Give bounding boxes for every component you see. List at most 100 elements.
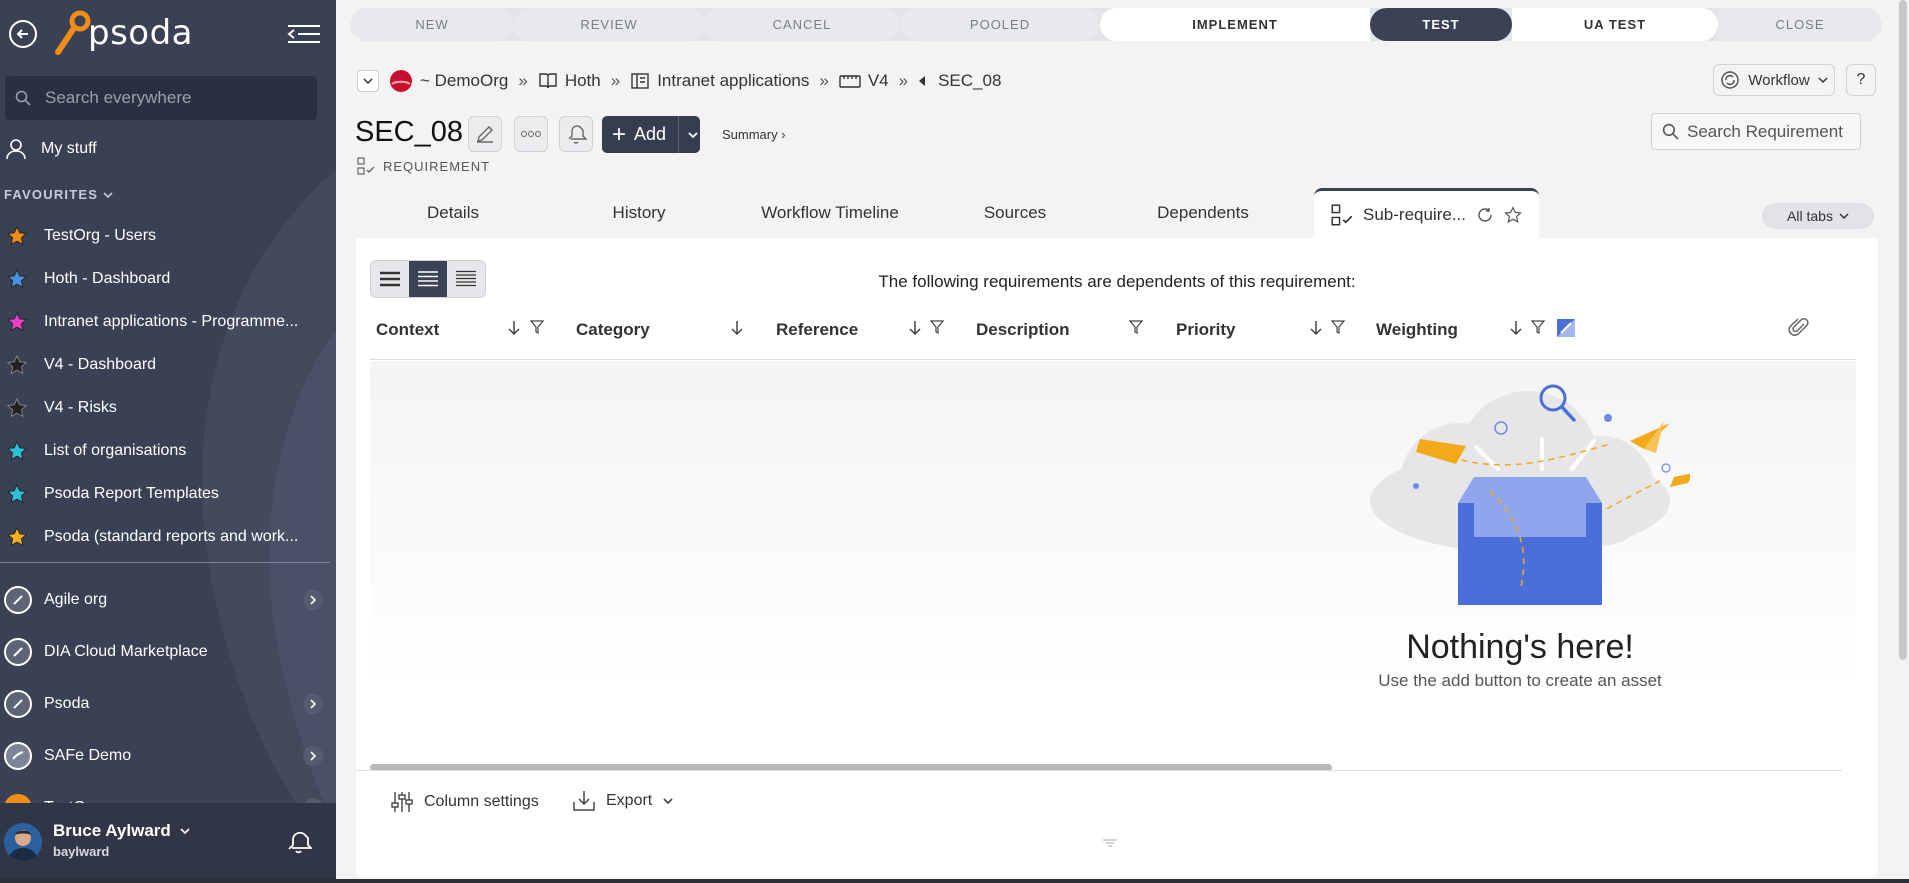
column-weighting[interactable]: Weighting — [1376, 300, 1458, 360]
stage-test[interactable]: TEST — [1370, 8, 1512, 41]
more-horizontal-icon — [521, 131, 541, 137]
subscribe-button[interactable] — [559, 116, 593, 152]
filter-icon[interactable] — [1129, 320, 1143, 334]
stage-new[interactable]: NEW — [350, 8, 514, 41]
star-icon — [6, 526, 28, 546]
breadcrumb-label: Intranet applications — [657, 71, 810, 90]
all-tabs-button[interactable]: All tabs — [1762, 203, 1874, 229]
filter-icon[interactable] — [530, 320, 544, 334]
sort-arrow-down-icon[interactable] — [1510, 320, 1522, 336]
tab-dependents[interactable]: Dependents — [1105, 188, 1301, 238]
org-item[interactable]: Agile org — [0, 574, 336, 626]
notifications-button[interactable] — [284, 829, 314, 860]
sliders-icon — [391, 792, 413, 812]
download-icon — [573, 791, 595, 811]
stage-review[interactable]: REVIEW — [514, 8, 704, 41]
empty-state: Nothing's here! Use the add button to cr… — [1350, 361, 1694, 690]
column-priority[interactable]: Priority — [1176, 300, 1236, 360]
filter-icon[interactable] — [1331, 320, 1345, 334]
export-label: Export — [606, 792, 653, 809]
stage-implement[interactable]: IMPLEMENT — [1100, 8, 1370, 41]
column-context[interactable]: Context — [376, 300, 439, 360]
favourite-item[interactable]: TestOrg - Users — [0, 214, 336, 257]
favourite-item[interactable]: Psoda (standard reports and work... — [0, 515, 336, 558]
requirement-search[interactable] — [1651, 113, 1861, 150]
column-category[interactable]: Category — [576, 300, 650, 360]
user-menu[interactable]: Bruce Aylward — [53, 821, 191, 841]
favourite-item[interactable]: Hoth - Dashboard — [0, 257, 336, 300]
chevron-down-icon[interactable] — [687, 131, 699, 139]
stage-pooled[interactable]: POOLED — [900, 8, 1100, 41]
breadcrumb-item[interactable]: Hoth — [538, 71, 601, 91]
empty-subtitle: Use the add button to create an asset — [1378, 671, 1662, 690]
stage-ua-test[interactable]: UA TEST — [1512, 8, 1718, 41]
favourites-header[interactable]: FAVOURITES — [4, 187, 114, 202]
filter-icon[interactable] — [930, 320, 944, 334]
edit-button[interactable] — [468, 116, 502, 152]
summary-link[interactable]: Summary › — [722, 127, 786, 142]
tab-sources[interactable]: Sources — [917, 188, 1113, 238]
star-icon — [6, 225, 28, 245]
collapse-sidebar-button[interactable] — [286, 20, 322, 48]
tab-sub-requirements[interactable]: Sub-require... — [1314, 188, 1539, 238]
caret-left-icon — [919, 76, 926, 86]
breadcrumb-current-label: SEC_08 — [938, 71, 1002, 90]
star-icon[interactable] — [1504, 205, 1522, 224]
workflow-button[interactable]: Workflow — [1713, 64, 1835, 96]
favourite-item[interactable]: Psoda Report Templates — [0, 472, 336, 515]
more-options-button[interactable] — [514, 116, 548, 152]
favourite-item[interactable]: V4 - Dashboard — [0, 343, 336, 386]
colour-edit-icon[interactable] — [1556, 318, 1576, 338]
sort-arrow-down-icon[interactable] — [1310, 320, 1322, 336]
menu-collapse-icon — [287, 25, 320, 43]
favourite-item[interactable]: Intranet applications - Programme... — [0, 300, 336, 343]
requirement-search-input[interactable] — [1687, 121, 1857, 142]
favourite-item[interactable]: List of organisations — [0, 429, 336, 472]
back-button[interactable] — [9, 20, 37, 48]
breadcrumb-dropdown[interactable] — [357, 70, 379, 92]
favourites-list: TestOrg - Users Hoth - Dashboard Intrane… — [0, 214, 336, 558]
global-search[interactable] — [5, 76, 317, 120]
export-button[interactable]: Export — [572, 790, 674, 812]
requirement-icon — [1331, 203, 1353, 226]
breadcrumb-item[interactable]: V4 — [839, 71, 889, 91]
org-item[interactable]: DIA Cloud Marketplace — [0, 626, 336, 678]
refresh-icon[interactable] — [1476, 206, 1494, 224]
column-description[interactable]: Description — [976, 300, 1070, 360]
vertical-scrollbar[interactable] — [1896, 0, 1909, 883]
org-item[interactable]: SAFe Demo — [0, 730, 336, 782]
org-item[interactable]: Psoda — [0, 678, 336, 730]
sort-arrow-down-icon[interactable] — [508, 320, 520, 336]
breadcrumb-item[interactable]: Intranet applications — [630, 71, 809, 91]
psoda-logo[interactable]: psoda — [52, 8, 193, 58]
bell-icon — [568, 125, 587, 144]
column-settings-button[interactable]: Column settings — [390, 790, 539, 814]
filter-icon[interactable] — [1531, 320, 1545, 334]
help-button[interactable]: ? — [1846, 64, 1876, 96]
tab-history[interactable]: History — [541, 188, 737, 238]
chevron-right-icon[interactable] — [303, 746, 323, 766]
add-label: Add — [634, 124, 667, 144]
avatar[interactable] — [4, 823, 42, 861]
paperclip-icon[interactable] — [1788, 316, 1810, 338]
add-button[interactable]: + Add — [602, 116, 700, 153]
user-login: baylward — [53, 844, 110, 859]
sort-arrow-down-icon[interactable] — [731, 320, 743, 336]
breadcrumb-org[interactable]: ~ DemoOrg — [389, 69, 508, 93]
chevron-right-icon[interactable] — [303, 694, 323, 714]
requirement-icon — [357, 157, 375, 175]
resize-handle-icon[interactable] — [1102, 838, 1118, 848]
tab-details[interactable]: Details — [355, 188, 551, 238]
favourite-item[interactable]: V4 - Risks — [0, 386, 336, 429]
global-search-input[interactable] — [45, 88, 295, 108]
grid-body: Nothing's here! Use the add button to cr… — [370, 361, 1856, 691]
tab-workflow-timeline[interactable]: Workflow Timeline — [730, 188, 930, 238]
empty-title: Nothing's here! — [1406, 628, 1634, 666]
column-reference[interactable]: Reference — [776, 300, 858, 360]
stage-close[interactable]: CLOSE — [1718, 8, 1882, 41]
chevron-right-icon[interactable] — [303, 590, 323, 610]
stage-cancel[interactable]: CANCEL — [704, 8, 900, 41]
vertical-scrollbar-thumb[interactable] — [1899, 0, 1907, 660]
my-stuff-link[interactable]: My stuff — [5, 138, 97, 160]
sort-arrow-down-icon[interactable] — [909, 320, 921, 336]
